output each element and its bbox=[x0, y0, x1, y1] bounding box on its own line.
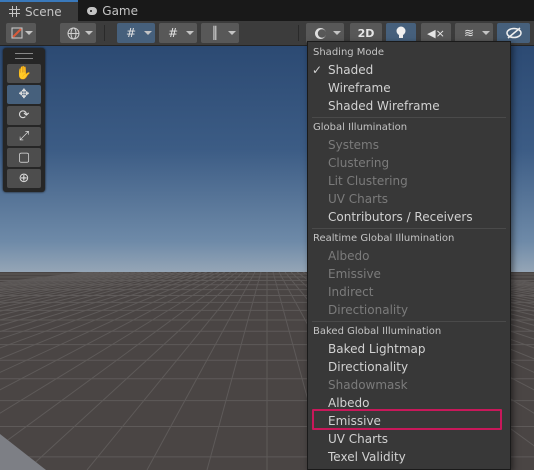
rect-tool-button[interactable]: ▢ bbox=[7, 148, 41, 167]
menu-item-indirect: Indirect bbox=[328, 285, 374, 299]
menu-item-directionality-baked[interactable]: Directionality bbox=[308, 358, 510, 376]
menu-item-cutoff bbox=[308, 466, 510, 469]
hand-icon: ✋ bbox=[15, 66, 33, 81]
tool-handle-button[interactable] bbox=[6, 23, 36, 43]
tab-bar: Scene Game bbox=[0, 0, 534, 21]
menu-header-shading-mode: Shading Mode bbox=[313, 47, 385, 58]
snap-increment-button[interactable]: # bbox=[159, 23, 197, 43]
effects-button[interactable]: ≋ bbox=[455, 23, 493, 43]
pivot-icon bbox=[11, 27, 23, 39]
menu-item-albedo-realtime: Albedo bbox=[328, 249, 370, 263]
menu-item-uv-charts-baked[interactable]: UV Charts bbox=[308, 430, 510, 448]
shading-sphere-icon bbox=[315, 27, 327, 39]
audio-muted-icon: ◀× bbox=[427, 26, 445, 40]
menu-item-contributors-receivers[interactable]: Contributors / Receivers bbox=[308, 208, 510, 226]
draw-mode-menu: Shading Mode ✓ Shaded Wireframe Shaded W… bbox=[307, 41, 511, 470]
menu-item-emissive-realtime: Emissive bbox=[328, 267, 381, 281]
ruler-icon: ║ bbox=[211, 26, 219, 40]
grid-line bbox=[26, 272, 244, 470]
tab-scene-label: Scene bbox=[25, 4, 62, 19]
toolbar-separator bbox=[104, 25, 105, 41]
grid-line bbox=[206, 272, 262, 470]
menu-item-systems: Systems bbox=[328, 138, 379, 152]
tools-overlay: ✋ ✥ ⟳ ⤢ ▢ ⊕ bbox=[3, 48, 45, 192]
magnet-grid-icon: # bbox=[167, 26, 179, 40]
lighting-toggle-button[interactable] bbox=[386, 23, 416, 43]
tab-game-label: Game bbox=[102, 3, 138, 18]
eye-hidden-icon bbox=[505, 27, 522, 39]
draw-mode-button[interactable] bbox=[306, 23, 344, 43]
toolbar-separator bbox=[298, 25, 299, 41]
checkmark-icon: ✓ bbox=[312, 63, 323, 77]
rotate-tool-button[interactable]: ⟳ bbox=[7, 106, 41, 125]
tab-game[interactable]: Game bbox=[78, 0, 148, 21]
menu-item-directionality-realtime: Directionality bbox=[328, 303, 409, 317]
gamepad-icon bbox=[87, 6, 98, 15]
rotate-icon: ⟳ bbox=[18, 108, 30, 123]
mode-2d-button[interactable]: 2D bbox=[350, 23, 382, 43]
emissive-highlight-box bbox=[312, 409, 502, 430]
menu-item-texel-validity[interactable]: Texel Validity bbox=[308, 448, 510, 466]
menu-separator bbox=[312, 228, 506, 229]
grid-line bbox=[146, 272, 256, 470]
ruler-button[interactable]: ║ bbox=[201, 23, 239, 43]
menu-item-clustering: Clustering bbox=[328, 156, 390, 170]
lightbulb-icon bbox=[396, 26, 406, 38]
grid-snap-button[interactable]: # bbox=[117, 23, 155, 43]
menu-header-global-illumination: Global Illumination bbox=[313, 122, 408, 133]
menu-header-realtime-gi: Realtime Global Illumination bbox=[313, 233, 455, 244]
scale-tool-button[interactable]: ⤢ bbox=[7, 127, 41, 146]
global-local-button[interactable] bbox=[60, 23, 96, 43]
menu-item-shaded[interactable]: ✓ Shaded bbox=[308, 61, 510, 79]
rect-transform-icon: ▢ bbox=[17, 150, 31, 165]
transform-icon: ⊕ bbox=[18, 171, 30, 186]
hand-tool-button[interactable]: ✋ bbox=[7, 64, 41, 83]
layers-icon: ≋ bbox=[463, 26, 475, 40]
menu-item-shaded-wireframe[interactable]: Shaded Wireframe bbox=[308, 97, 510, 115]
menu-item-baked-lightmap[interactable]: Baked Lightmap bbox=[308, 340, 510, 358]
scene-cube bbox=[0, 434, 46, 470]
move-tool-button[interactable]: ✥ bbox=[7, 85, 41, 104]
transform-tool-button[interactable]: ⊕ bbox=[7, 169, 41, 188]
globe-icon bbox=[67, 27, 80, 39]
tab-scene[interactable]: Scene bbox=[0, 0, 78, 21]
visibility-toggle-button[interactable] bbox=[497, 23, 530, 43]
move-arrows-icon: ✥ bbox=[18, 87, 30, 102]
grid-snap-icon: # bbox=[125, 26, 137, 40]
menu-header-baked-gi: Baked Global Illumination bbox=[313, 326, 442, 337]
menu-item-shadowmask: Shadowmask bbox=[328, 378, 408, 392]
overlay-drag-handle[interactable] bbox=[15, 53, 33, 59]
grid-icon bbox=[9, 6, 20, 17]
mode-2d-label: 2D bbox=[357, 26, 375, 40]
menu-item-lit-clustering: Lit Clustering bbox=[328, 174, 408, 188]
menu-item-wireframe[interactable]: Wireframe bbox=[308, 79, 510, 97]
menu-separator bbox=[312, 321, 506, 322]
audio-toggle-button[interactable]: ◀× bbox=[421, 23, 451, 43]
scale-icon: ⤢ bbox=[18, 129, 30, 144]
menu-separator bbox=[312, 117, 506, 118]
menu-item-uv-charts-gi: UV Charts bbox=[328, 192, 389, 206]
